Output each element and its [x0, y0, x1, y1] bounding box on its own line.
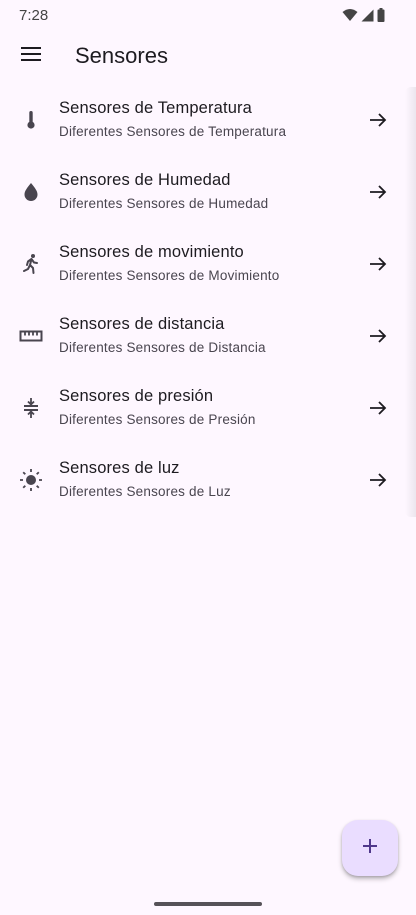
list-item-temperatura[interactable]: Sensores de Temperatura Diferentes Senso… [0, 84, 416, 156]
battery-icon [377, 8, 385, 27]
page-title: Sensores [75, 43, 168, 68]
plus-icon [362, 838, 378, 859]
menu-icon [21, 46, 41, 66]
arrow-forward-icon[interactable] [366, 396, 390, 420]
scroll-indicator[interactable] [405, 87, 416, 517]
item-title: Sensores de luz [59, 459, 180, 477]
wifi-icon [342, 8, 358, 27]
water-drop-icon [19, 180, 43, 204]
item-subtitle: Diferentes Sensores de Temperatura [59, 124, 287, 139]
arrow-forward-icon[interactable] [366, 252, 390, 276]
compress-icon [19, 396, 43, 420]
ruler-icon [19, 324, 43, 348]
item-subtitle: Diferentes Sensores de Presión [59, 412, 256, 427]
status-bar: 7:28 [0, 0, 416, 32]
list-item-humedad[interactable]: Sensores de Humedad Diferentes Sensores … [0, 156, 416, 228]
sensor-list: Sensores de Temperatura Diferentes Senso… [0, 84, 416, 516]
item-title: Sensores de presión [59, 387, 214, 405]
running-person-icon [19, 252, 43, 276]
list-item-distancia[interactable]: Sensores de distancia Diferentes Sensore… [0, 300, 416, 372]
signal-icon [361, 9, 374, 27]
thermometer-icon [19, 108, 43, 132]
item-title: Sensores de Temperatura [59, 99, 253, 117]
arrow-forward-icon[interactable] [366, 180, 390, 204]
sun-icon [19, 468, 43, 492]
item-title: Sensores de Humedad [59, 171, 231, 189]
add-button[interactable] [342, 820, 398, 876]
item-subtitle: Diferentes Sensores de Movimiento [59, 268, 280, 283]
item-title: Sensores de movimiento [59, 243, 244, 261]
menu-button[interactable] [14, 39, 48, 73]
app-bar: Sensores [0, 32, 416, 80]
list-item-luz[interactable]: Sensores de luz Diferentes Sensores de L… [0, 444, 416, 516]
item-subtitle: Diferentes Sensores de Luz [59, 484, 231, 499]
item-subtitle: Diferentes Sensores de Humedad [59, 196, 269, 211]
list-item-presion[interactable]: Sensores de presión Diferentes Sensores … [0, 372, 416, 444]
list-item-movimiento[interactable]: Sensores de movimiento Diferentes Sensor… [0, 228, 416, 300]
item-title: Sensores de distancia [59, 315, 225, 333]
status-time: 7:28 [19, 7, 49, 24]
item-subtitle: Diferentes Sensores de Distancia [59, 340, 266, 355]
gesture-nav-handle[interactable] [154, 902, 262, 906]
arrow-forward-icon[interactable] [366, 324, 390, 348]
app-screen: 7:28 Sensores Sensores de Temperatura Di… [0, 0, 416, 915]
status-icons [342, 8, 385, 27]
arrow-forward-icon[interactable] [366, 108, 390, 132]
arrow-forward-icon[interactable] [366, 468, 390, 492]
